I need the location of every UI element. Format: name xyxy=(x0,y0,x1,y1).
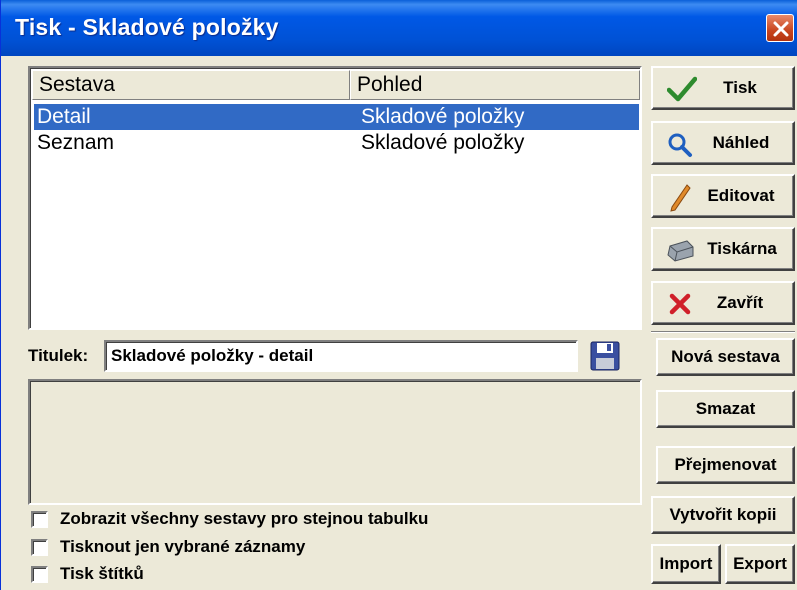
edit-button[interactable]: Editovat xyxy=(651,174,795,218)
copy-button[interactable]: Vytvořit kopii xyxy=(651,496,795,534)
checkbox-label: Tisknout jen vybrané záznamy xyxy=(60,537,306,556)
checkbox-box[interactable] xyxy=(31,565,48,583)
floppy-disk-icon xyxy=(590,341,620,371)
checkbox-label: Tisk štítků xyxy=(60,564,144,583)
title-bar[interactable]: Tisk - Skladové položky xyxy=(1,0,797,56)
copy-button-label: Vytvořit kopii xyxy=(669,505,777,524)
close-button[interactable]: Zavřít xyxy=(651,281,795,325)
delete-button[interactable]: Smazat xyxy=(656,390,795,428)
report-list[interactable]: Sestava Pohled Detail Skladové položky S… xyxy=(28,66,642,330)
import-button[interactable]: Import xyxy=(651,544,721,584)
new-report-button[interactable]: Nová sestava xyxy=(656,338,795,376)
row-pohled: Skladové položky xyxy=(361,105,525,128)
export-button[interactable]: Export xyxy=(725,544,795,584)
title-field-label: Titulek: xyxy=(28,346,89,365)
checkbox-box[interactable] xyxy=(31,538,48,556)
rename-button-label: Přejmenovat xyxy=(674,455,777,474)
list-row[interactable]: Detail Skladové položky xyxy=(34,104,639,130)
checkbox-print-labels[interactable]: Tisk štítků xyxy=(31,563,144,585)
red-x-icon xyxy=(669,293,691,315)
checkbox-label: Zobrazit všechny sestavy pro stejnou tab… xyxy=(60,509,429,528)
list-header: Sestava Pohled xyxy=(32,70,640,100)
list-row[interactable]: Seznam Skladové položky xyxy=(34,130,639,156)
title-input[interactable] xyxy=(104,340,578,372)
rename-button[interactable]: Přejmenovat xyxy=(656,446,795,484)
delete-button-label: Smazat xyxy=(695,399,756,418)
close-icon xyxy=(773,21,789,37)
printer-button[interactable]: Tiskárna xyxy=(651,227,795,271)
printer-button-label: Tiskárna xyxy=(707,239,777,258)
checkbox-print-selected-only[interactable]: Tisknout jen vybrané záznamy xyxy=(31,536,305,558)
print-dialog: Tisk - Skladové položky Sestava Pohled D… xyxy=(0,0,797,590)
preview-button[interactable]: Náhled xyxy=(651,121,795,165)
window-title: Tisk - Skladové položky xyxy=(15,14,279,40)
row-sestava: Detail xyxy=(37,105,91,128)
close-window-button[interactable] xyxy=(766,14,794,42)
close-button-label: Zavřít xyxy=(716,293,764,312)
row-pohled: Skladové položky xyxy=(361,131,525,154)
checkmark-icon xyxy=(667,76,697,102)
description-area[interactable] xyxy=(28,379,642,505)
checkbox-box[interactable] xyxy=(31,510,48,528)
pencil-icon xyxy=(670,184,691,212)
checkbox-show-all-reports[interactable]: Zobrazit všechny sestavy pro stejnou tab… xyxy=(31,508,428,530)
column-header-sestava[interactable]: Sestava xyxy=(32,70,350,100)
print-button[interactable]: Tisk xyxy=(651,66,795,110)
export-button-label: Export xyxy=(733,554,787,573)
printer-icon xyxy=(667,240,694,262)
print-button-label: Tisk xyxy=(723,78,757,97)
column-header-pohled[interactable]: Pohled xyxy=(350,70,640,100)
edit-button-label: Editovat xyxy=(707,186,775,205)
button-separator xyxy=(651,331,795,333)
new-report-button-label: Nová sestava xyxy=(671,347,780,366)
row-sestava: Seznam xyxy=(37,131,115,154)
save-title-button[interactable] xyxy=(586,339,624,373)
preview-button-label: Náhled xyxy=(712,133,770,152)
dialog-body: Sestava Pohled Detail Skladové položky S… xyxy=(1,56,797,590)
magnifier-icon xyxy=(668,133,692,157)
import-button-label: Import xyxy=(659,554,713,573)
